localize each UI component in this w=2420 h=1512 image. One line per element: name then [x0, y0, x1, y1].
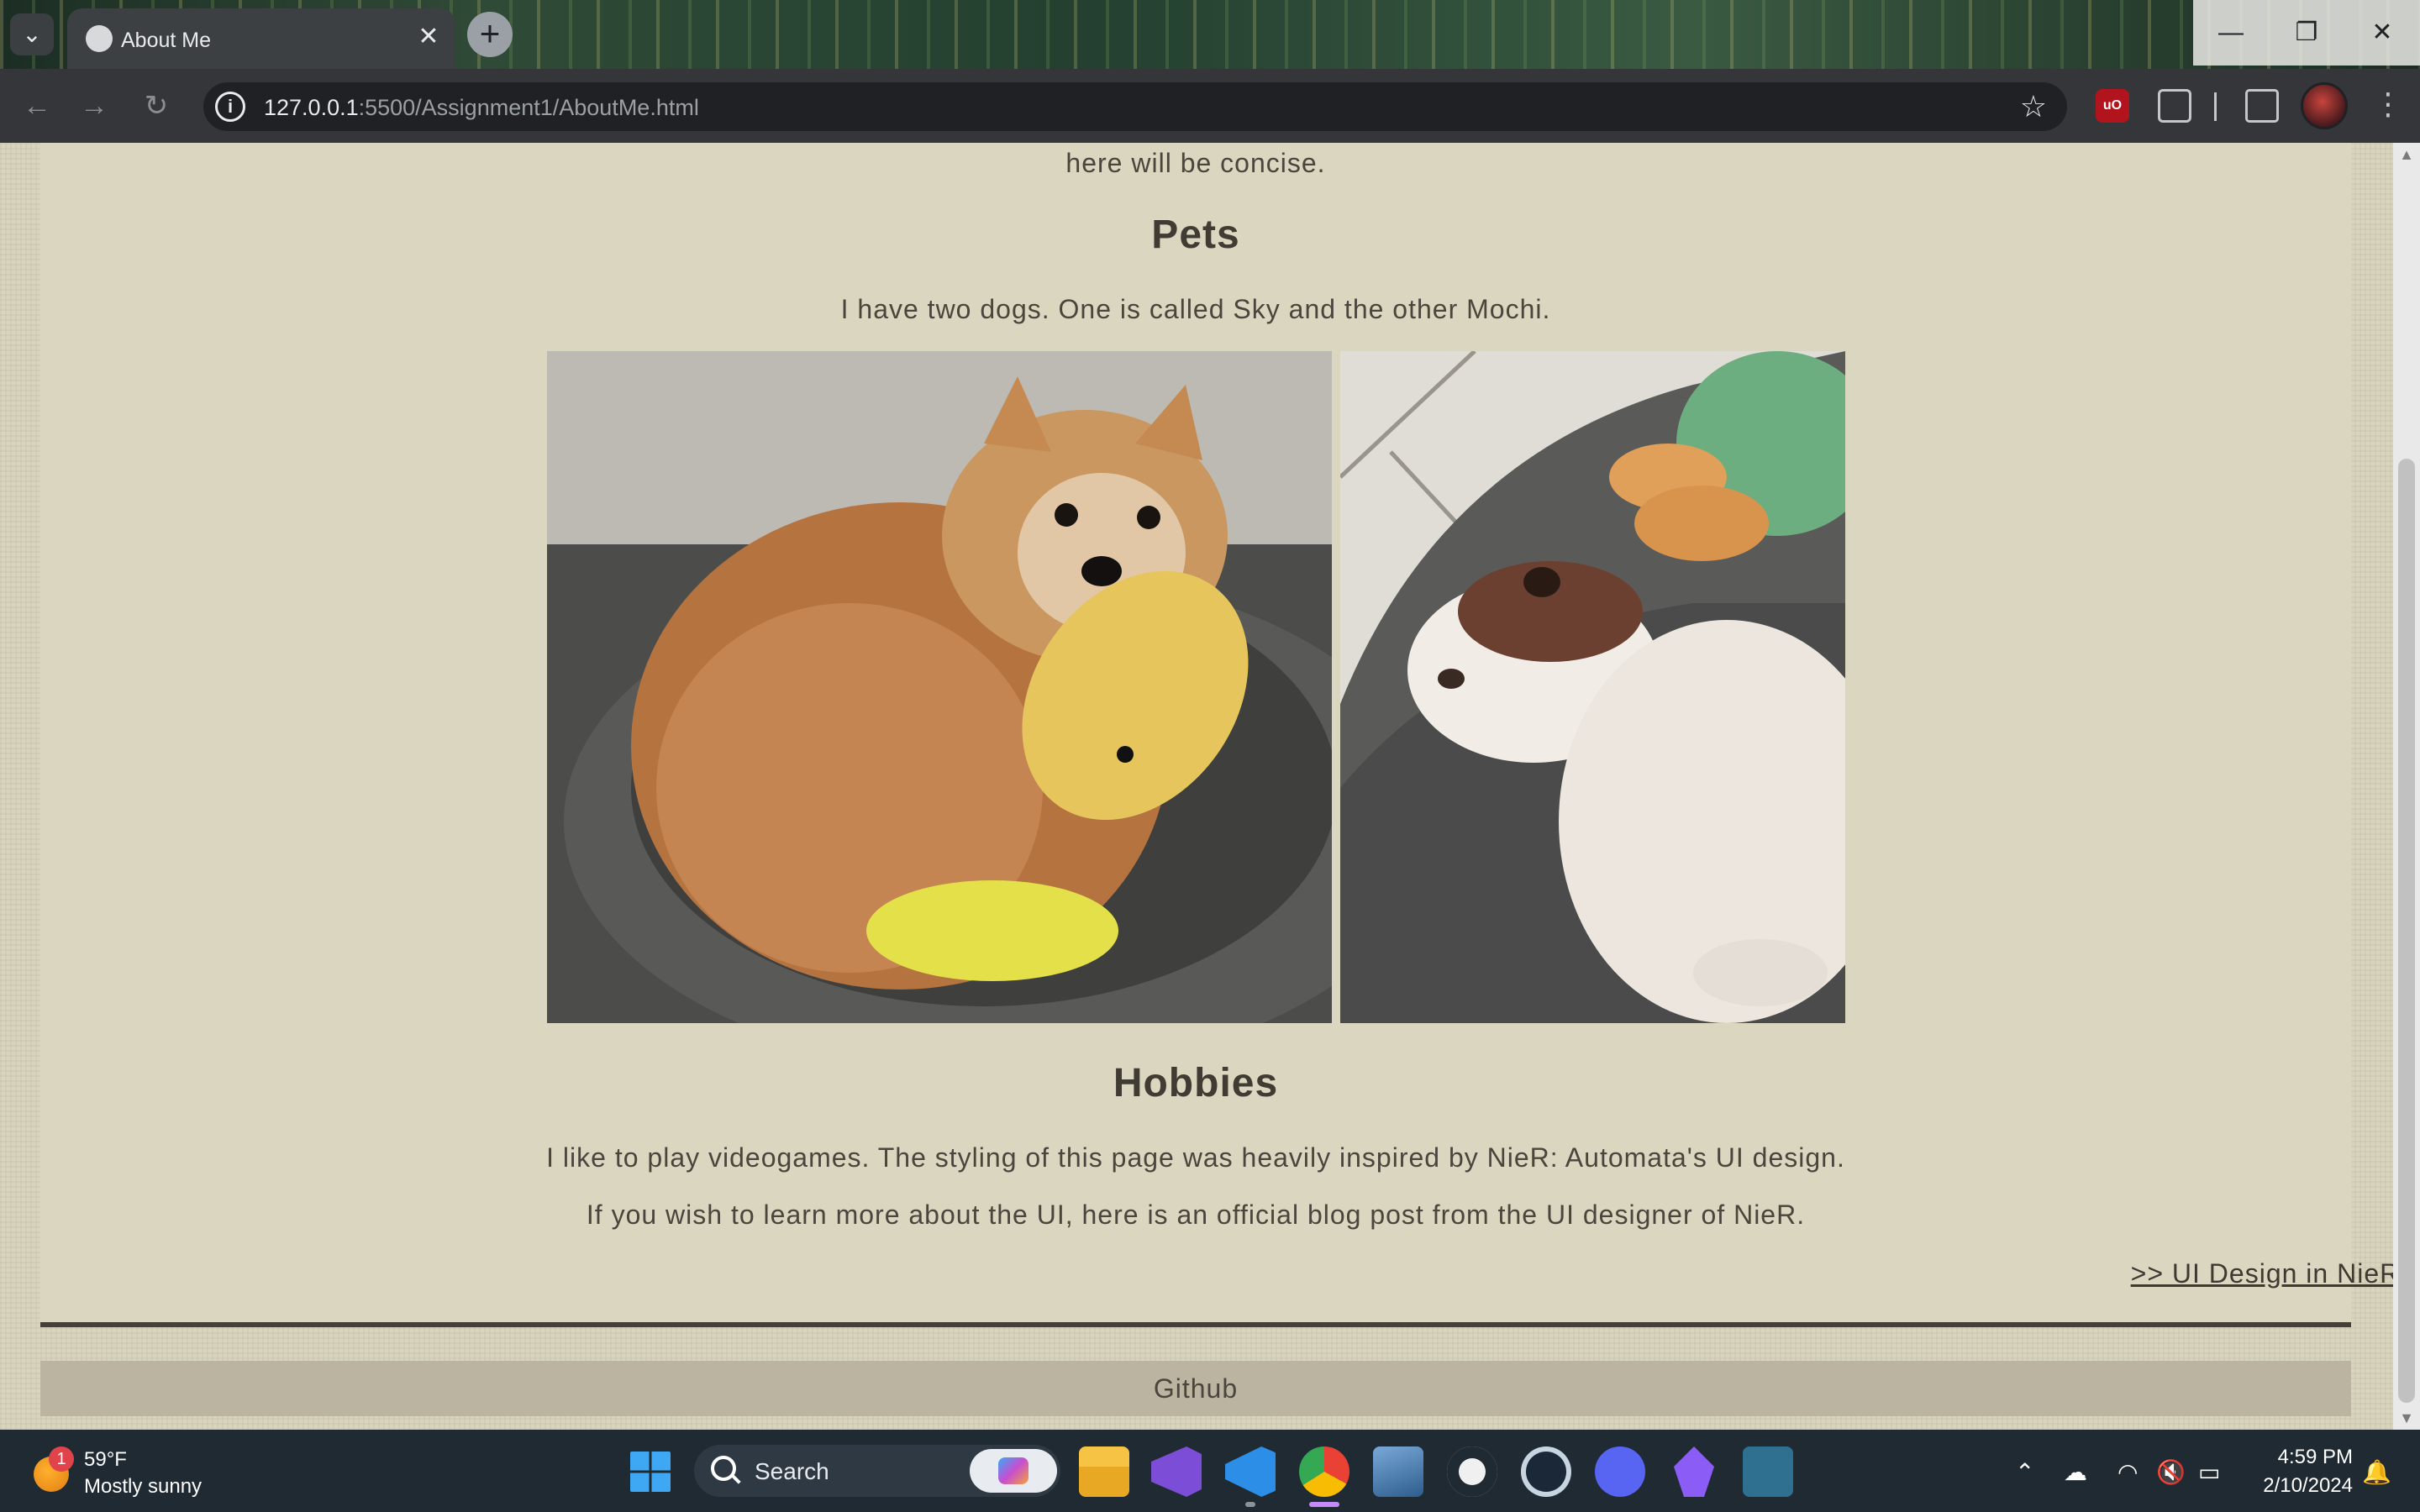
copilot-icon[interactable] [970, 1449, 1057, 1493]
page-viewport: here will be concise. Pets I have two do… [0, 143, 2420, 1430]
about-me-content: here will be concise. Pets I have two do… [40, 143, 2420, 1322]
weather-badge: 1 [49, 1446, 74, 1472]
chrome-active-indicator [1309, 1502, 1339, 1507]
clock-time: 4:59 PM [2277, 1446, 2353, 1468]
tab-close-icon[interactable]: ✕ [413, 22, 444, 52]
minimize-button[interactable]: — [2193, 0, 2269, 66]
visual-studio-icon[interactable] [1151, 1446, 1202, 1497]
tab-title: About Me [121, 29, 212, 52]
weather-condition: Mostly sunny [84, 1475, 203, 1498]
taskbar-search[interactable]: Search [694, 1445, 1060, 1497]
menu-kebab-icon[interactable]: ⋮ [2373, 86, 2403, 123]
address-bar[interactable]: i 127.0.0.1:5500/Assignment1/AboutMe.htm… [203, 82, 2067, 131]
search-label: Search [755, 1458, 829, 1484]
window-controls: — ❐ ✕ [2193, 0, 2420, 66]
windows-start-icon[interactable] [630, 1452, 671, 1492]
dog-photo-sky [547, 351, 1332, 1023]
scroll-down-arrow-icon[interactable]: ▼ [2393, 1406, 2420, 1430]
extensions-puzzle-icon[interactable] [2158, 89, 2191, 123]
volume-muted-icon[interactable]: 🔇 [2156, 1458, 2186, 1486]
onedrive-warning-icon[interactable]: ☁ [2064, 1458, 2087, 1486]
file-explorer-icon[interactable] [1079, 1446, 1129, 1497]
dog-photo-sky-image [547, 351, 1332, 1023]
hobbies-text-2: If you wish to learn more about the UI, … [586, 1200, 1806, 1230]
dog-photo-mochi [1340, 351, 1845, 1023]
intro-text-tail: here will be concise. [1065, 148, 1326, 178]
wifi-icon[interactable]: ◠ [2118, 1458, 2138, 1486]
obsidian-icon[interactable] [1674, 1446, 1714, 1497]
url-host: 127.0.0.1 [264, 95, 359, 120]
github-desktop-icon[interactable] [1447, 1446, 1497, 1497]
search-icon [711, 1456, 736, 1481]
side-panel-icon[interactable] [2245, 89, 2279, 123]
hobbies-heading: Hobbies [1113, 1061, 1279, 1105]
site-info-icon[interactable]: i [215, 92, 245, 122]
show-hidden-icons-chevron-icon[interactable]: ⌃ [2015, 1458, 2034, 1486]
mysql-workbench-icon[interactable] [1743, 1446, 1793, 1497]
reload-icon[interactable]: ↻ [138, 87, 175, 124]
url-text[interactable]: 127.0.0.1:5500/Assignment1/AboutMe.html [264, 95, 699, 121]
notification-bell-icon[interactable]: 🔔 [2362, 1458, 2391, 1486]
footer-divider [40, 1322, 2351, 1327]
battery-icon[interactable]: ▭ [2198, 1458, 2220, 1486]
dog-photo-mochi-image [1340, 351, 1845, 1023]
new-tab-button[interactable]: + [467, 12, 513, 57]
toolbar-separator [2214, 92, 2217, 121]
chrome-icon[interactable] [1299, 1446, 1349, 1497]
discord-icon[interactable] [1595, 1446, 1645, 1497]
ublock-origin-icon[interactable]: uO [2096, 89, 2129, 123]
forward-arrow-icon[interactable]: → [76, 87, 113, 124]
weather-temperature: 59°F [84, 1448, 127, 1471]
vscode-icon[interactable] [1225, 1446, 1276, 1497]
pet-photos [547, 351, 1845, 1023]
hobbies-text-1: I like to play videogames. The styling o… [546, 1142, 1845, 1173]
page-scrollbar[interactable]: ▲ ▼ [2393, 143, 2420, 1430]
clock-date: 2/10/2024 [2263, 1474, 2353, 1497]
windows-taskbar: 1 59°F Mostly sunny Search ⌃ ☁ ◠ 🔇 ▭ 4:5… [0, 1430, 2420, 1512]
profile-avatar[interactable] [2301, 82, 2348, 129]
browser-tab[interactable]: About Me ✕ [67, 8, 455, 69]
pets-heading: Pets [1151, 213, 1240, 257]
bookmark-star-icon[interactable]: ☆ [2020, 89, 2047, 124]
tab-favicon-icon [86, 25, 113, 52]
url-path: :5500/Assignment1/AboutMe.html [358, 95, 699, 120]
steam-icon[interactable] [1521, 1446, 1571, 1497]
scroll-up-arrow-icon[interactable]: ▲ [2393, 143, 2420, 166]
nier-ui-blog-link[interactable]: >> UI Design in NieR:Automata << [1196, 1258, 2420, 1289]
back-arrow-icon[interactable]: ← [18, 87, 55, 124]
taskbar-clock[interactable]: 4:59 PM 2/10/2024 [2263, 1443, 2353, 1500]
close-window-button[interactable]: ✕ [2344, 0, 2420, 66]
restore-button[interactable]: ❐ [2269, 0, 2344, 66]
tab-search-chevron-icon[interactable]: ⌄ [10, 13, 54, 55]
github-footer-link[interactable]: Github [40, 1361, 2351, 1416]
browser-tab-strip: ⌄ About Me ✕ + — ❐ ✕ [0, 0, 2420, 69]
browser-toolbar: ← → ↻ i 127.0.0.1:5500/Assignment1/About… [0, 69, 2420, 143]
scrollbar-thumb[interactable] [2398, 459, 2415, 1403]
photo-viewer-icon[interactable] [1373, 1446, 1423, 1497]
vscode-running-indicator [1245, 1502, 1255, 1507]
pets-text: I have two dogs. One is called Sky and t… [840, 294, 1551, 324]
